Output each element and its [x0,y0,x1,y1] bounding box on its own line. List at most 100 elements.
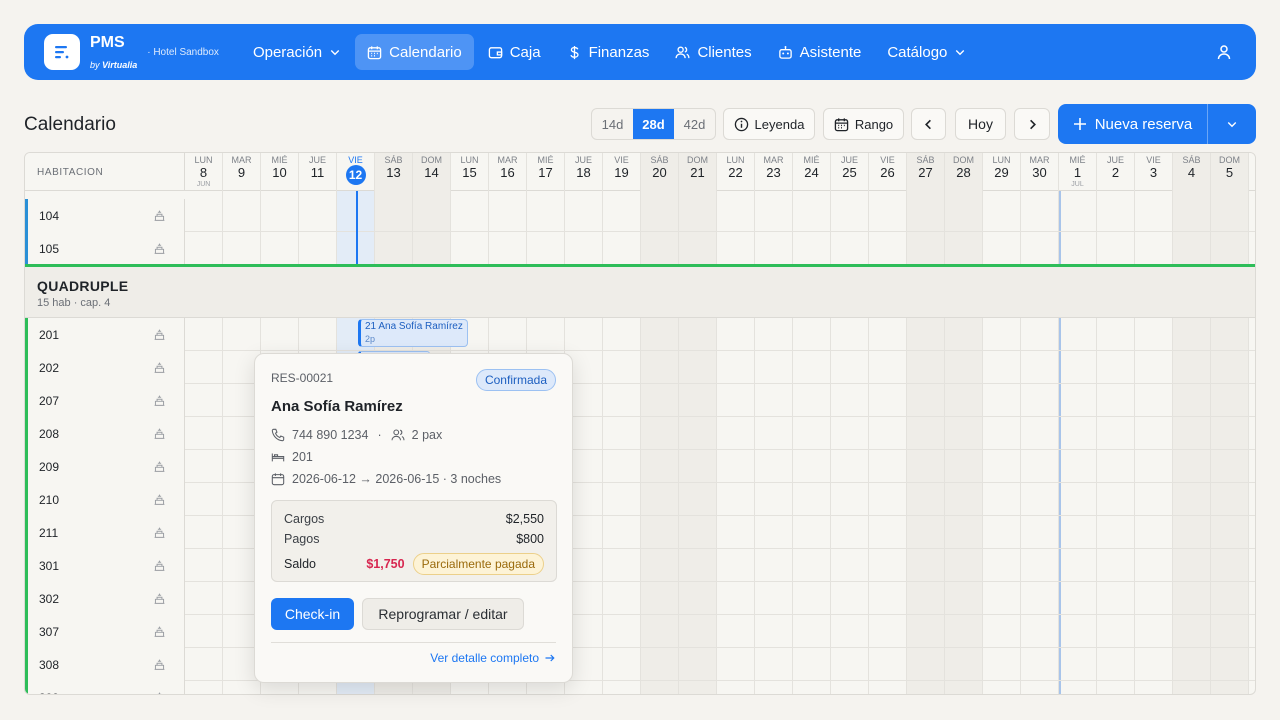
new-reservation-button[interactable]: Nueva reserva [1058,104,1208,144]
bot-icon [778,45,792,59]
room-row[interactable]: 202 [25,351,1255,384]
app-logo[interactable] [44,34,80,70]
room-row[interactable]: 105 [25,232,1255,265]
day-number-text: 25 [842,165,857,180]
day-header: MIÉ 1 JUL [1059,153,1097,191]
room-row[interactable]: 207 [25,384,1255,417]
day-header: MAR 16 [489,153,527,191]
nav-finanzas[interactable]: Finanzas [555,34,662,70]
day-number: 2 [1097,165,1134,181]
room-row[interactable]: 201 [25,318,1255,351]
day-header: SÁB 13 [375,153,413,191]
day-number: 27 [907,165,944,181]
day-number-text: 14 [424,165,439,180]
day-number: 19 [603,165,640,181]
nav-clientes-label: Clientes [697,43,752,61]
room-number: 302 [39,591,60,606]
calendar-grid: 1041052012022072082092102113013023073083… [24,152,1256,695]
day-header: JUE 11 [299,153,337,191]
room-number: 309 [39,691,59,695]
day-number-text: 30 [1032,165,1047,180]
day-name: DOM [421,155,442,165]
day-number: 25 [831,165,868,181]
room-group-quadruple[interactable]: QUADRUPLE 15 hab · cap. 4 [25,264,1255,318]
reschedule-edit-button[interactable]: Reprogramar / editar [362,598,524,630]
reservation-room: 201 [292,450,313,464]
new-reservation-split-button: Nueva reserva [1058,104,1256,144]
room-row[interactable]: 309 [25,681,1255,695]
day-name: LUN [726,155,745,165]
nav-operacion[interactable]: Operación [241,34,353,70]
room-number: 201 [39,327,60,342]
room-row[interactable]: 208 [25,417,1255,450]
day-header: LUN 8 JUN [185,153,223,191]
nav-calendario-label: Calendario [389,43,462,61]
room-color-bar [25,681,28,694]
charges-row: Cargos $2,550 [284,509,544,529]
reservation-bar-res-00021[interactable]: 21 Ana Sofía Ramírez 2p [358,319,468,347]
day-number: 10 [261,165,298,181]
room-row[interactable]: 211 [25,516,1255,549]
page-title: Calendario [24,114,116,135]
day-number: 20 [641,165,678,181]
day-header: VIE 19 [603,153,641,191]
date-range-button[interactable]: Rango [823,108,904,140]
room-type-icon [154,560,165,571]
prev-period-button[interactable] [911,108,946,140]
nav-catalogo[interactable]: Catálogo [875,34,978,70]
day-number: 23 [755,165,792,181]
chevron-down-icon [330,50,340,56]
room-row[interactable]: 301 [25,549,1255,582]
day-number: 18 [565,165,602,181]
next-period-button[interactable] [1014,108,1050,140]
range-14d-button[interactable]: 14d [592,109,633,139]
day-number-text: 10 [272,165,287,180]
room-row[interactable]: 302 [25,582,1255,615]
room-row[interactable]: 307 [25,615,1255,648]
guest-pax: 2 pax [411,428,443,442]
room-label: 105 [25,232,185,265]
room-row[interactable]: 104 [25,199,1255,232]
view-details-link[interactable]: Ver detalle completo [430,651,556,665]
room-row[interactable]: 209 [25,450,1255,483]
day-number-text: 22 [728,165,743,180]
new-reservation-dropdown[interactable] [1208,104,1256,144]
calendar-icon [367,45,382,59]
day-number-text: 28 [956,165,971,180]
day-header: MIÉ 17 [527,153,565,191]
day-number-text: 24 [804,165,819,180]
day-number: 24 [793,165,830,181]
range-42d-button[interactable]: 42d [674,109,715,139]
room-row[interactable]: 210 [25,483,1255,516]
nav-calendario[interactable]: Calendario [355,34,474,70]
nav-finanzas-label: Finanzas [588,43,650,61]
day-number-text: 16 [500,165,515,180]
popover-divider [271,642,556,643]
nav-asistente[interactable]: Asistente [766,34,874,70]
room-number: 202 [39,360,60,375]
range-28d-button[interactable]: 28d [633,109,674,139]
day-number: 12 [337,165,374,185]
room-number: 308 [39,657,60,672]
day-number: 16 [489,165,526,181]
room-number: 105 [39,241,60,256]
room-type-icon [154,395,165,406]
day-number: 28 [945,165,982,181]
room-row[interactable]: 308 [25,648,1255,681]
day-name: SÁB [916,155,935,165]
room-color-bar [25,450,28,483]
day-name: MIÉ [803,155,820,165]
nav-caja[interactable]: Caja [476,34,553,70]
room-label: 207 [25,384,185,417]
check-in-button[interactable]: Check-in [271,598,354,630]
wallet-icon [488,46,502,58]
room-label: 210 [25,483,185,516]
user-menu-button[interactable] [1212,40,1236,64]
bed-icon [271,453,285,462]
today-button[interactable]: Hoy [955,108,1006,140]
legend-button[interactable]: Leyenda [723,108,815,140]
day-number-text: 3 [1149,165,1158,180]
day-header: JUE 18 [565,153,603,191]
nav-clientes[interactable]: Clientes [663,34,763,70]
balance-summary: Cargos $2,550 Pagos $800 Saldo $1,750 Parc… [271,500,557,582]
